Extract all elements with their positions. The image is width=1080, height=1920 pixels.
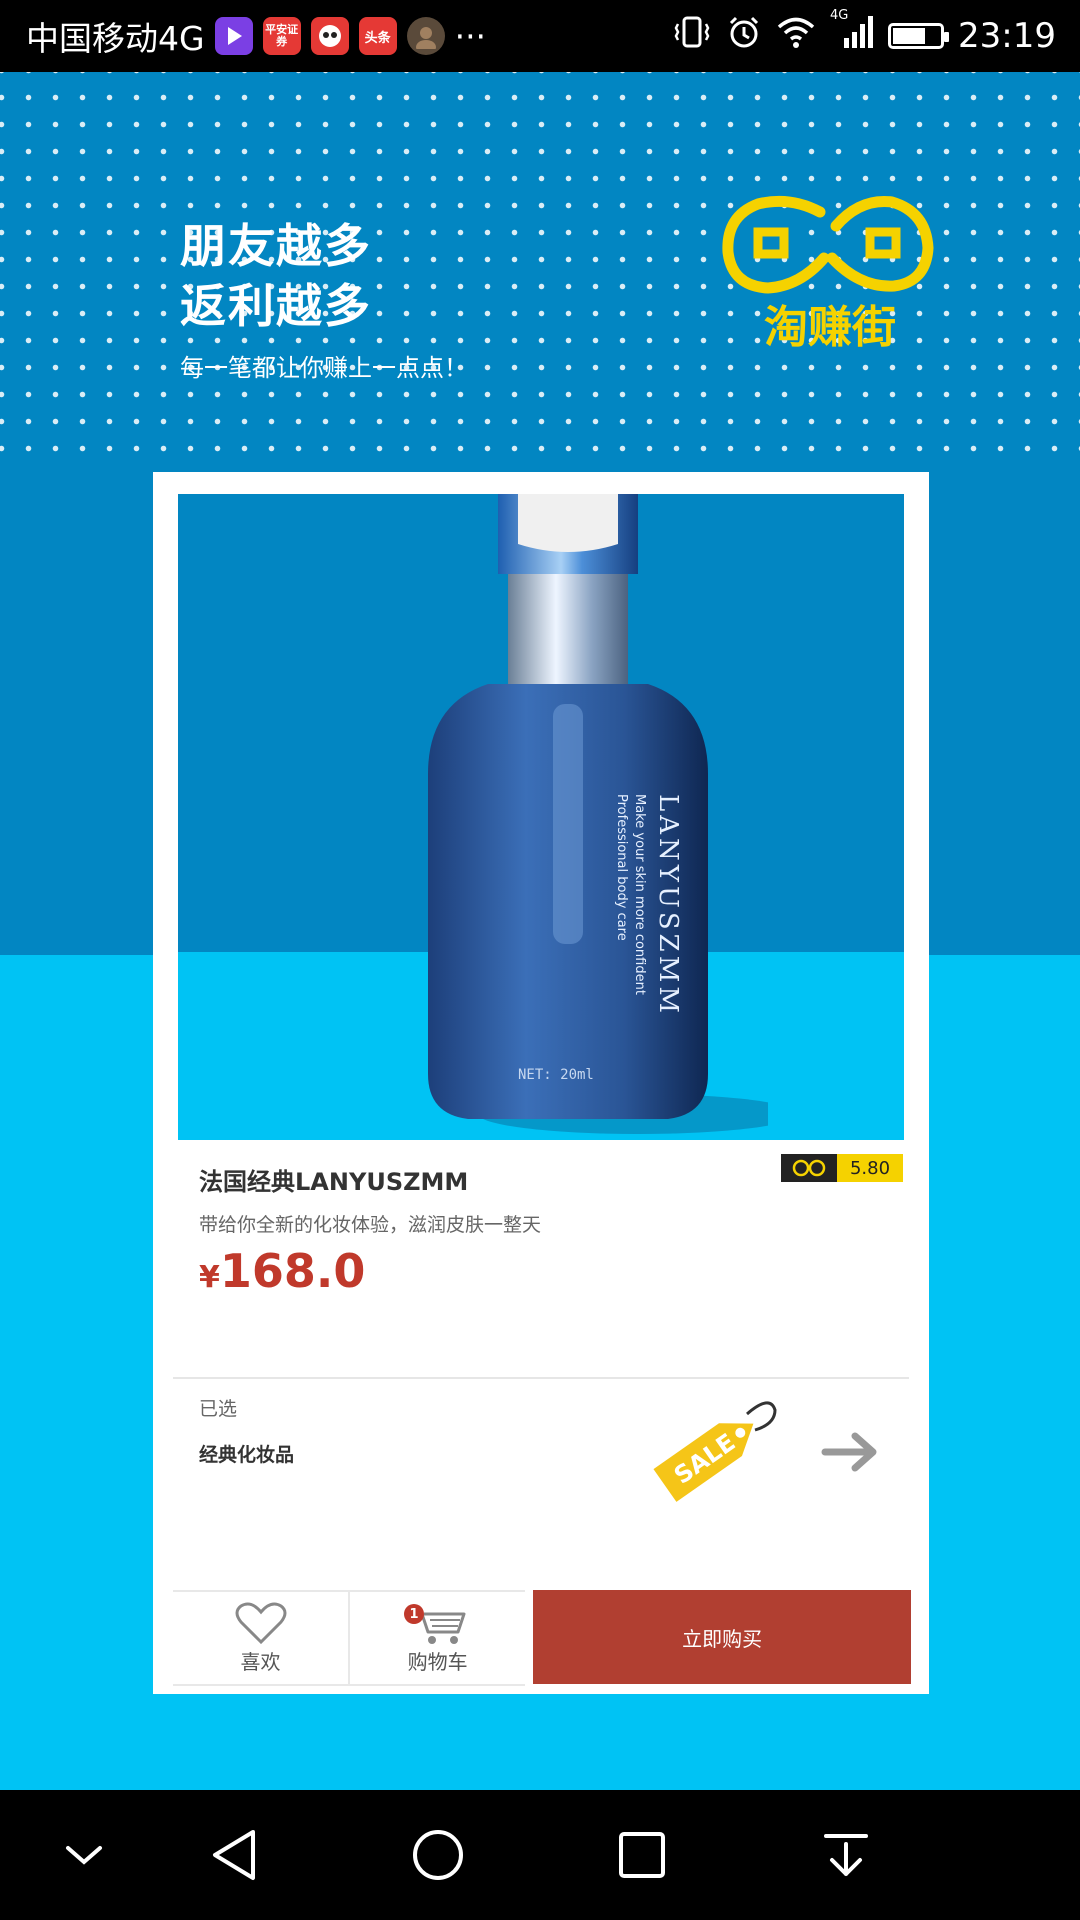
pull-down-icon xyxy=(824,1834,868,1876)
rebate-amount: 5.80 xyxy=(837,1154,903,1182)
heart-icon xyxy=(235,1602,287,1644)
product-price: ¥168.0 xyxy=(199,1244,365,1298)
more-notifications-icon: ··· xyxy=(454,16,487,56)
headline-line-1: 朋友越多 xyxy=(180,219,372,273)
promo-page: 朋友越多 返利越多 每一笔都让你赚上一点点！ 淘赚街 LANYUSZMM Mak… xyxy=(0,72,1080,1790)
signal-icon: 4G xyxy=(830,8,874,59)
sale-tag-icon: SALE xyxy=(653,1401,777,1502)
like-label: 喜欢 xyxy=(240,1649,281,1674)
nav-back-button[interactable] xyxy=(174,1790,294,1920)
product-description: 带给你全新的化妆体验，滋润皮肤一整天 xyxy=(199,1214,542,1236)
nav-home-button[interactable] xyxy=(378,1790,498,1920)
rebate-badge: 5.80 xyxy=(781,1154,903,1182)
price-currency: ¥ xyxy=(199,1260,220,1295)
arrow-right-icon[interactable] xyxy=(821,1430,883,1474)
buy-now-button[interactable]: 立即购买 xyxy=(533,1590,911,1684)
network-type-label: 4G xyxy=(830,7,849,23)
cart-count-badge: 1 xyxy=(404,1604,425,1624)
back-triangle-icon xyxy=(213,1830,255,1880)
banner-headline: 朋友越多 返利越多 xyxy=(180,216,372,336)
variant-selector-row[interactable] xyxy=(173,1379,909,1579)
cart-button[interactable]: 1 购物车 xyxy=(348,1590,526,1686)
toutiao-icon: 头条 xyxy=(358,17,397,55)
vibrate-icon xyxy=(672,14,712,59)
bottle-tagline-2: Professional body care xyxy=(614,794,629,941)
wifi-icon xyxy=(776,15,816,58)
selected-variant: 经典化妆品 xyxy=(199,1444,295,1466)
battery-icon xyxy=(888,23,950,49)
cart-label: 购物车 xyxy=(407,1649,468,1674)
selected-label: 已选 xyxy=(199,1398,238,1420)
status-bar: 中国移动4G 平安证券 头条 ··· 4G 23:19 xyxy=(0,0,1080,72)
bottle-volume-text: NET: 20ml xyxy=(518,1067,594,1083)
product-title: 法国经典LANYUSZMM xyxy=(199,1168,469,1196)
panda-app-icon xyxy=(310,17,349,55)
banner-subline: 每一笔都让你赚上一点点！ xyxy=(180,354,468,382)
bottle-brand-text: LANYUSZMM xyxy=(653,794,683,1017)
navigation-bar xyxy=(0,1790,1080,1920)
headline-line-2: 返利越多 xyxy=(180,279,372,333)
nav-collapse-button[interactable] xyxy=(24,1790,144,1920)
pingan-securities-icon: 平安证券 xyxy=(262,17,301,55)
nav-recents-button[interactable] xyxy=(582,1790,702,1920)
recents-square-icon xyxy=(619,1832,665,1878)
avatar-app-icon xyxy=(406,17,445,55)
price-value: 168.0 xyxy=(219,1244,366,1298)
video-app-icon xyxy=(214,17,253,55)
product-card: LANYUSZMM Make your skin more confident … xyxy=(153,472,929,1694)
bottle-tagline-1: Make your skin more confident xyxy=(632,794,647,995)
serum-bottle-image: LANYUSZMM Make your skin more confident … xyxy=(428,494,768,1134)
home-circle-icon xyxy=(413,1830,463,1880)
like-button[interactable]: 喜欢 xyxy=(173,1590,349,1686)
logo-text: 淘赚街 xyxy=(764,302,896,353)
alarm-icon xyxy=(726,14,762,59)
nav-notifications-button[interactable] xyxy=(786,1790,906,1920)
rebate-logo-icon xyxy=(781,1154,837,1182)
taozhuanjie-logo: 淘赚街 xyxy=(720,182,940,362)
chevron-down-icon xyxy=(66,1846,102,1865)
carrier-label: 中国移动4G xyxy=(26,19,205,58)
clock: 23:19 xyxy=(958,16,1056,56)
action-bar: 喜欢 1 购物车 立即购买 xyxy=(173,1590,911,1686)
product-image[interactable]: LANYUSZMM Make your skin more confident … xyxy=(178,494,904,1140)
